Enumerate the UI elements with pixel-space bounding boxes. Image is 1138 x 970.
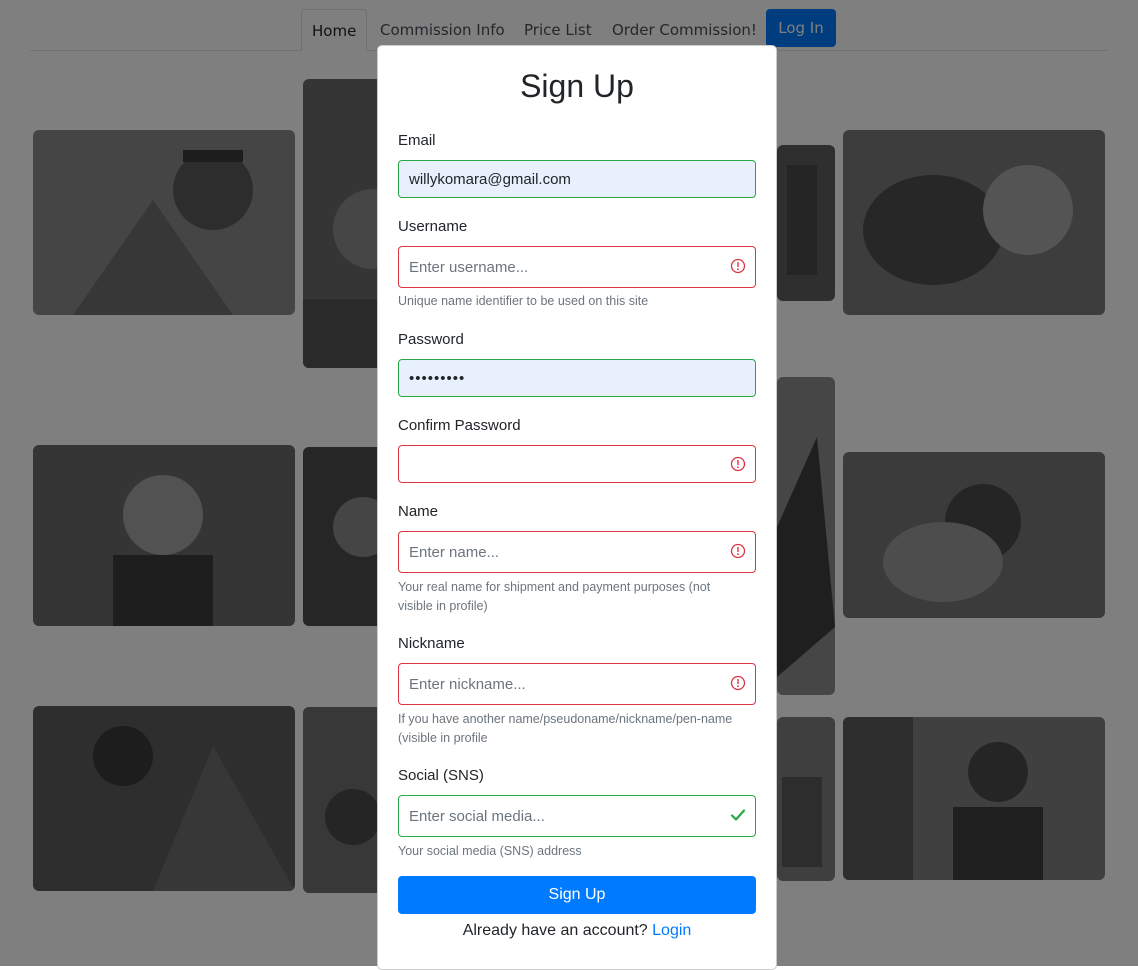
error-icon xyxy=(730,675,746,691)
modal-title: Sign Up xyxy=(520,68,634,104)
social-field[interactable] xyxy=(398,795,756,837)
confirm-password-group: Confirm Password xyxy=(398,415,756,483)
signup-modal: Sign Up Email Username Unique name ident… xyxy=(377,45,777,970)
login-prompt-text: Already have an account? xyxy=(462,922,648,939)
nickname-group: Nickname If you have another name/pseudo… xyxy=(398,633,756,745)
name-label: Name xyxy=(398,503,439,520)
error-icon xyxy=(730,543,746,559)
check-icon xyxy=(730,809,746,821)
name-help: Your real name for shipment and payment … xyxy=(398,580,711,613)
login-link[interactable]: Login xyxy=(652,922,691,939)
social-group: Social (SNS) Your social media (SNS) add… xyxy=(398,765,756,858)
confirm-password-label: Confirm Password xyxy=(398,417,521,434)
password-field[interactable] xyxy=(398,359,756,397)
password-group: Password xyxy=(398,329,756,397)
username-field[interactable] xyxy=(398,246,756,288)
email-label: Email xyxy=(398,132,436,149)
username-help: Unique name identifier to be used on thi… xyxy=(398,294,649,308)
signup-submit-button[interactable]: Sign Up xyxy=(398,876,756,914)
social-label: Social (SNS) xyxy=(398,767,484,784)
nickname-field[interactable] xyxy=(398,663,756,705)
username-group: Username Unique name identifier to be us… xyxy=(398,216,756,308)
nickname-label: Nickname xyxy=(398,635,465,652)
confirm-password-field[interactable] xyxy=(398,445,756,483)
social-help: Your social media (SNS) address xyxy=(398,844,582,858)
error-icon xyxy=(730,258,746,274)
username-label: Username xyxy=(398,218,468,235)
email-group: Email xyxy=(398,130,756,198)
login-prompt: Already have an account? Login xyxy=(378,922,776,940)
nickname-help: If you have another name/pseudoname/nick… xyxy=(398,712,733,745)
error-icon xyxy=(730,456,746,472)
name-group: Name Your real name for shipment and pay… xyxy=(398,501,756,613)
email-field[interactable] xyxy=(398,160,756,198)
password-label: Password xyxy=(398,331,464,348)
name-field[interactable] xyxy=(398,531,756,573)
